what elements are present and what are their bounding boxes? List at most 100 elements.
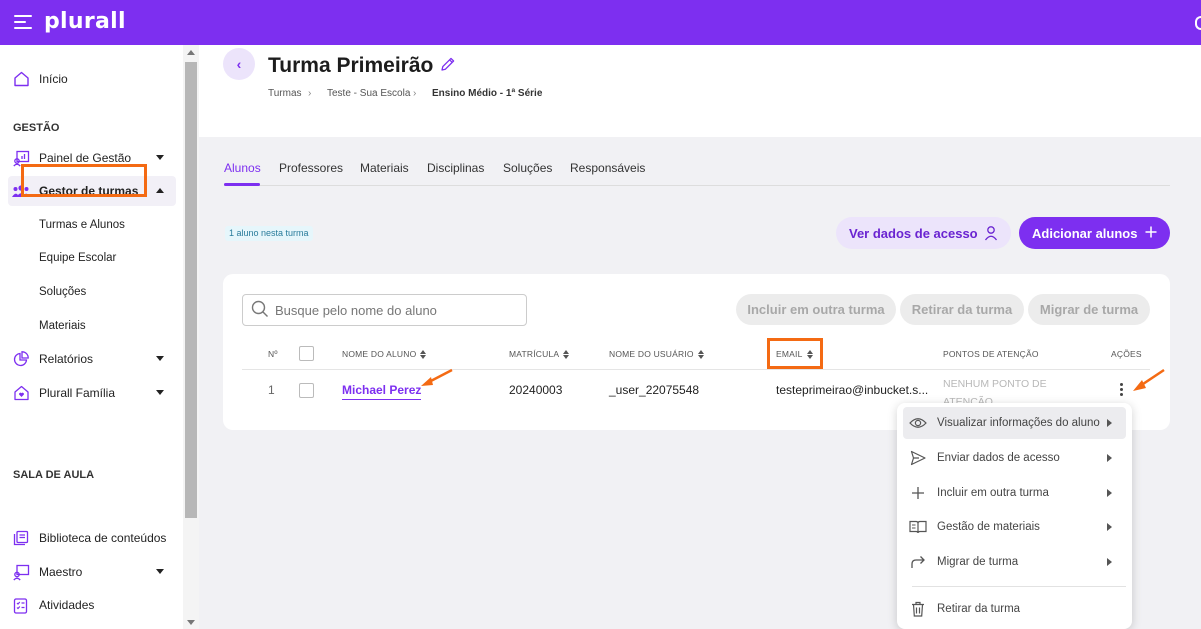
button-label: Ver dados de acesso [849,225,978,241]
sidebar-item-label: Biblioteca de conteúdos [39,531,167,545]
column-header-username[interactable]: NOME DO USUÁRIO [609,349,705,360]
sidebar-item-activities[interactable]: Atividades [8,590,176,620]
tab-materials[interactable]: Materiais [360,161,409,175]
library-icon [12,529,30,547]
sidebar-item-label: Relatórios [39,352,94,366]
row-actions-menu: Visualizar informações do aluno Enviar d… [897,403,1132,629]
column-header-attention: PONTOS DE ATENÇÃO [943,349,1039,359]
menu-item-send-access[interactable]: Enviar dados de acesso [903,442,1126,474]
sidebar-item-label: Painel de Gestão [39,151,132,165]
sidebar-item-library[interactable]: Biblioteca de conteúdos [8,523,176,553]
pie-chart-icon [12,350,30,368]
row-enrollment: 20240003 [509,383,563,397]
tab-guardians[interactable]: Responsáveis [570,161,645,175]
more-actions-icon[interactable] [1120,383,1124,397]
sidebar-item-family[interactable]: Plurall Família [8,378,176,408]
chevron-up-icon [156,188,164,193]
add-students-button[interactable]: Adicionar alunos [1019,217,1170,249]
plurall-logo[interactable]: plurall [44,9,126,34]
row-number: 1 [268,383,275,397]
migrate-class-button[interactable]: Migrar de turma [1028,294,1150,325]
menu-item-label: Retirar da turma [937,603,1021,615]
row-attention: NENHUM PONTO DE ATENÇÃO [943,378,1047,405]
chevron-down-icon [156,569,164,574]
user-icon [983,225,999,244]
tab-students[interactable]: Alunos [224,161,261,175]
menu-divider [912,586,1126,587]
breadcrumb-current: Ensino Médio - 1ª Série [432,88,543,99]
sidebar-item-label: Início [39,72,68,86]
profile-edge-icon[interactable] [1195,16,1201,30]
tab-teachers[interactable]: Professores [279,161,343,175]
chevron-right-icon [1107,558,1112,566]
sidebar-subitem-school-team[interactable]: Equipe Escolar [39,252,116,264]
sidebar-item-label: Plurall Família [39,386,116,400]
select-all-checkbox[interactable] [299,346,314,361]
chevron-down-icon [156,390,164,395]
back-button[interactable]: ‹ [223,48,255,80]
chevron-right-icon [1107,454,1112,462]
chevron-down-icon [156,356,164,361]
chevron-right-icon [1107,419,1112,427]
chevron-right-icon [1107,523,1112,531]
sidebar-item-maestro[interactable]: Maestro [8,557,176,587]
menu-item-view-student-info[interactable]: Visualizar informações do aluno [903,407,1126,439]
plus-icon [1144,225,1158,242]
eye-icon [909,414,927,432]
sidebar-subitem-materials[interactable]: Materiais [39,320,86,332]
tab-solutions[interactable]: Soluções [503,161,552,175]
sidebar-item-label: Atividades [39,598,95,612]
tab-subjects[interactable]: Disciplinas [427,161,484,175]
menu-item-remove-from-class[interactable]: Retirar da turma [903,593,1126,625]
highlight-box-classes-students [21,164,147,197]
column-header-enrollment[interactable]: MATRÍCULA [509,349,570,360]
sidebar-scrollbar-thumb[interactable] [185,62,197,518]
search-input[interactable]: Busque pelo nome do aluno [242,294,527,326]
redirect-arrow-icon [909,553,927,571]
sort-icon [563,350,570,360]
column-header-actions: AÇÕES [1111,349,1142,359]
menu-item-migrate-class[interactable]: Migrar de turma [903,546,1126,578]
search-icon [251,300,269,321]
chevron-down-icon [156,155,164,160]
menu-item-include-other-class[interactable]: Incluir em outra turma [903,477,1126,509]
annotation-arrow-icon [1133,368,1165,391]
menu-icon[interactable] [14,15,32,29]
sidebar-subitem-solutions[interactable]: Soluções [39,286,86,298]
book-icon [909,518,927,536]
top-bar: plurall [0,0,1201,45]
row-email: testeprimeirao@inbucket.s... [776,383,929,397]
sidebar-section-management: GESTÃO [13,122,60,134]
menu-item-label: Gestão de materiais [937,521,1040,533]
sidebar-item-label: Maestro [39,565,83,579]
scroll-down-icon[interactable] [187,620,195,625]
row-checkbox[interactable] [299,383,314,398]
student-name-link[interactable]: Michael Perez [342,383,422,400]
column-label: NOME DO USUÁRIO [609,349,694,359]
trash-icon [909,600,927,618]
breadcrumb-item[interactable]: Turmas [268,88,302,99]
highlight-box-email [767,338,823,369]
table-divider [242,369,1150,370]
remove-from-class-button[interactable]: Retirar da turma [900,294,1024,325]
home-heart-icon [12,384,30,402]
view-access-data-button[interactable]: Ver dados de acesso [836,217,1011,249]
sidebar-item-home[interactable]: Início [8,64,176,94]
scroll-up-icon[interactable] [187,50,195,55]
include-other-class-button[interactable]: Incluir em outra turma [736,294,896,325]
column-label: NOME DO ALUNO [342,349,417,359]
sidebar-item-reports[interactable]: Relatórios [8,344,176,374]
checklist-icon [12,596,30,614]
chevron-right-icon [1107,489,1112,497]
tabs-divider [224,185,1170,186]
button-label: Adicionar alunos [1032,225,1138,241]
presenter-icon [12,563,30,581]
column-header-name[interactable]: NOME DO ALUNO [342,349,427,360]
breadcrumb-item[interactable]: Teste - Sua Escola [327,88,410,99]
edit-pencil-icon[interactable] [440,56,456,77]
annotation-arrow-icon [421,368,453,386]
row-username: _user_22075548 [609,383,700,397]
menu-item-materials-management[interactable]: Gestão de materiais [903,511,1126,543]
sort-icon [697,350,705,360]
sidebar-subitem-classes-students[interactable]: Turmas e Alunos [39,219,125,231]
